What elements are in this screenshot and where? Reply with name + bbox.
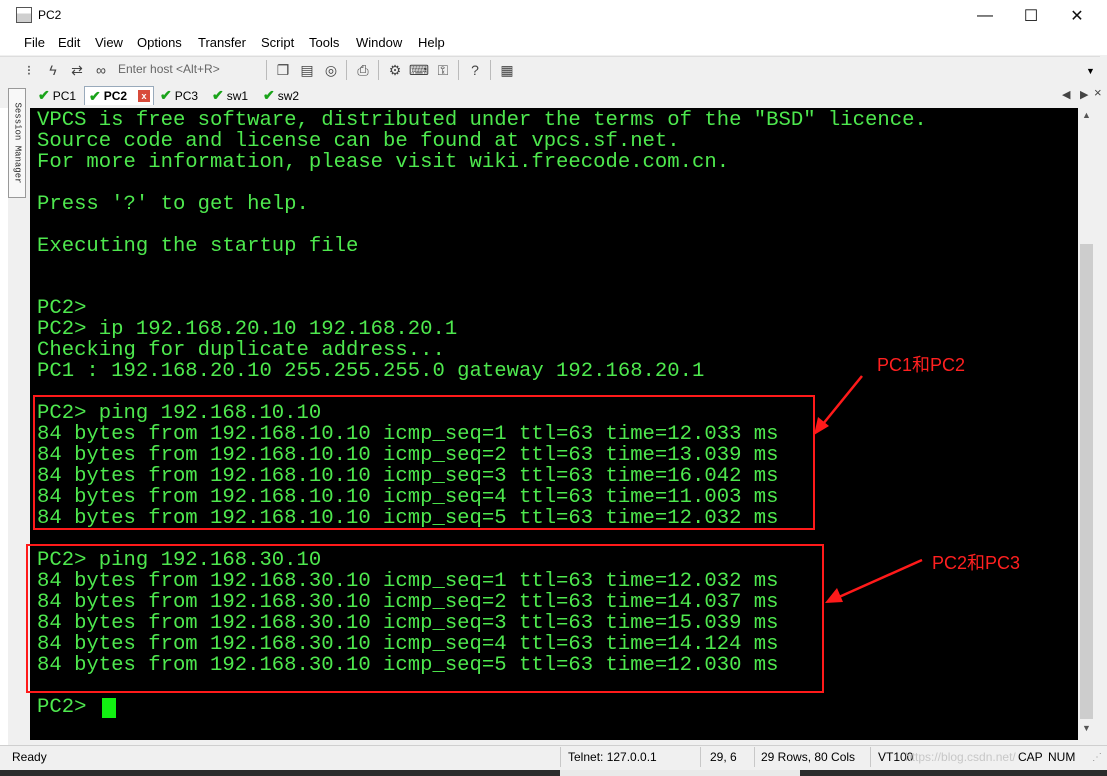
toolbar-separator [490, 60, 491, 80]
status-caps: CAP [1018, 750, 1043, 764]
connect-bar-icon[interactable]: ⁝ [20, 61, 38, 79]
close-button[interactable]: ✕ [1054, 0, 1100, 31]
tab-scroll-right-icon[interactable]: ▶ [1080, 88, 1088, 101]
tab-close-all-icon[interactable]: × [1094, 85, 1102, 100]
minimize-button[interactable]: — [962, 0, 1008, 31]
toolbar-separator [458, 60, 459, 80]
menu-view[interactable]: View [95, 35, 123, 50]
find-icon[interactable]: ◎ [322, 61, 340, 79]
status-separator [754, 747, 755, 767]
terminal-line: Checking for duplicate address... [37, 339, 445, 362]
tab-sw2[interactable]: ✔ sw2 [259, 86, 303, 105]
title-bar[interactable] [0, 0, 1107, 31]
annotation-label-pc1-pc2: PC1和PC2 [877, 355, 966, 375]
terminal-line: For more information, please visit wiki.… [37, 151, 730, 174]
status-separator [870, 747, 871, 767]
terminal-line: Press '?' to get help. [37, 193, 309, 216]
terminal-line: PC2> ip 192.168.20.10 192.168.20.1 [37, 318, 458, 341]
toolbar-overflow-icon[interactable]: ▼ [1086, 66, 1095, 76]
tab-sw1[interactable]: ✔ sw1 [208, 86, 252, 105]
highlight-box-ping-pc1 [33, 395, 815, 530]
disconnect-link-icon[interactable]: ∞ [92, 61, 110, 79]
resize-grip-icon[interactable]: ⋰ [1092, 752, 1102, 763]
terminal-cursor [102, 698, 116, 718]
key-icon[interactable]: ⚿ [434, 61, 452, 79]
watermark: https://blog.csdn.net/ [905, 750, 1016, 764]
annotation-label-pc2-pc3: PC2和PC3 [932, 553, 1021, 573]
menu-edit[interactable]: Edit [58, 35, 80, 50]
menu-tools[interactable]: Tools [309, 35, 339, 50]
menu-file[interactable]: File [24, 35, 45, 50]
terminal-line: PC1 : 192.168.20.10 255.255.255.0 gatewa… [37, 360, 705, 383]
desktop-background [0, 108, 8, 748]
paste-icon[interactable]: ▤ [298, 61, 316, 79]
scroll-down-icon[interactable]: ▼ [1078, 723, 1095, 737]
terminal-line: PC2> [37, 297, 87, 320]
connected-check-icon: ✔ [38, 87, 50, 103]
status-terminal-size: 29 Rows, 80 Cols [761, 750, 856, 764]
tab-close-icon[interactable]: x [138, 90, 150, 102]
connected-check-icon: ✔ [263, 87, 275, 103]
status-cursor-position: 29, 6 [710, 750, 737, 764]
toolbar-separator [266, 60, 267, 80]
taskbar-strip [0, 769, 1107, 776]
highlight-box-ping-pc3 [26, 544, 824, 693]
toolbar-separator [346, 60, 347, 80]
connected-check-icon: ✔ [212, 87, 224, 103]
window-title: PC2 [38, 8, 62, 22]
settings-icon[interactable]: ⚙ [386, 61, 404, 79]
taskbar-window-strip [560, 769, 800, 776]
status-num: NUM [1048, 750, 1076, 764]
toolbar-separator [378, 60, 379, 80]
status-separator [700, 747, 701, 767]
annotation-arrows [814, 375, 923, 603]
maximize-button[interactable]: ☐ [1008, 0, 1054, 31]
terminal-line: Executing the startup file [37, 235, 359, 258]
copy-icon[interactable]: ❐ [274, 61, 292, 79]
keymap-icon[interactable]: ⌨ [409, 61, 429, 79]
menu-help[interactable]: Help [418, 35, 445, 50]
app-icon[interactable] [16, 7, 32, 23]
quick-connect-icon[interactable]: ϟ [44, 61, 62, 79]
reconnect-icon[interactable]: ⇄ [68, 61, 86, 79]
menu-window[interactable]: Window [356, 35, 402, 50]
session-options-icon[interactable]: ▦ [498, 61, 516, 79]
host-input[interactable] [116, 60, 266, 78]
print-icon[interactable]: ⎙ [354, 61, 372, 79]
tab-pc1[interactable]: ✔ PC1 [34, 86, 80, 105]
scroll-up-icon[interactable]: ▲ [1078, 110, 1095, 124]
connected-check-icon: ✔ [89, 87, 101, 104]
tab-pc3[interactable]: ✔ PC3 [156, 86, 202, 105]
terminal-line: Source code and license can be found at … [37, 130, 680, 153]
menu-transfer[interactable]: Transfer [198, 35, 246, 50]
tab-scroll-left-icon[interactable]: ◀ [1062, 88, 1070, 101]
help-icon[interactable]: ? [466, 61, 484, 79]
menu-script[interactable]: Script [261, 35, 294, 50]
status-ready: Ready [12, 750, 47, 764]
status-separator [560, 747, 561, 767]
terminal-line: PC2> [37, 696, 99, 719]
menu-options[interactable]: Options [137, 35, 182, 50]
status-connection: Telnet: 127.0.0.1 [568, 750, 657, 764]
session-manager-label: Session Manager [12, 102, 23, 184]
terminal-line: VPCS is free software, distributed under… [37, 109, 927, 132]
connected-check-icon: ✔ [160, 87, 172, 103]
